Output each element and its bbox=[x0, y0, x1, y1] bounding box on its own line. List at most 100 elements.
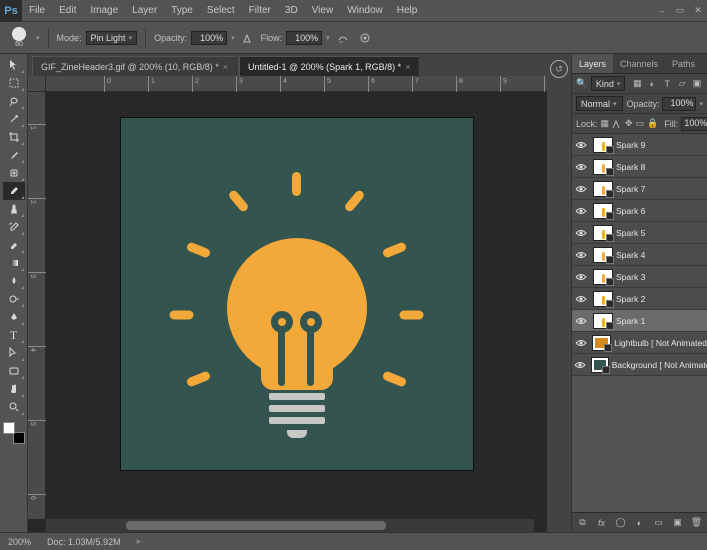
layer-row[interactable]: Spark 6 bbox=[572, 200, 707, 222]
lock-image-icon[interactable] bbox=[612, 117, 622, 131]
menu-edit[interactable]: Edit bbox=[52, 0, 83, 22]
menu-select[interactable]: Select bbox=[200, 0, 242, 22]
menu-help[interactable]: Help bbox=[390, 0, 425, 22]
layer-name[interactable]: Lightbulb [ Not Animated ] bbox=[614, 338, 707, 348]
blend-mode-select[interactable]: Pin Light▾ bbox=[86, 31, 138, 45]
lock-transparency-icon[interactable]: ▦ bbox=[601, 117, 610, 131]
layer-opacity-field[interactable]: 100% bbox=[662, 97, 696, 111]
layer-fill-field[interactable]: 100% bbox=[681, 117, 707, 131]
layer-row[interactable]: Spark 3 bbox=[572, 266, 707, 288]
filter-pixel-icon[interactable]: ▦ bbox=[631, 77, 643, 91]
layer-thumbnail[interactable] bbox=[593, 269, 613, 285]
tool-hand[interactable] bbox=[3, 380, 25, 398]
layer-thumbnail[interactable] bbox=[593, 291, 613, 307]
maximize-button[interactable]: ▭ bbox=[671, 3, 689, 19]
panel-tab-channels[interactable]: Channels bbox=[613, 54, 665, 73]
tool-eraser[interactable] bbox=[3, 236, 25, 254]
adjustment-layer-icon[interactable]: ◐ bbox=[633, 516, 646, 529]
layer-row[interactable]: Spark 9 bbox=[572, 134, 707, 156]
tool-zoom[interactable] bbox=[3, 398, 25, 416]
layer-thumbnail[interactable] bbox=[592, 335, 611, 351]
layer-name[interactable]: Spark 4 bbox=[616, 250, 645, 260]
visibility-toggle-icon[interactable] bbox=[572, 338, 589, 348]
tool-history[interactable] bbox=[3, 218, 25, 236]
visibility-toggle-icon[interactable] bbox=[572, 272, 590, 282]
menu-type[interactable]: Type bbox=[164, 0, 200, 22]
document-tab[interactable]: Untitled-1 @ 200% (Spark 1, RGB/8) *× bbox=[239, 56, 419, 76]
visibility-toggle-icon[interactable] bbox=[572, 206, 590, 216]
layer-row[interactable]: Spark 7 bbox=[572, 178, 707, 200]
ruler-horizontal[interactable]: 012345678910 bbox=[46, 76, 547, 92]
visibility-toggle-icon[interactable] bbox=[572, 294, 590, 304]
filter-adjust-icon[interactable]: ◐ bbox=[646, 77, 658, 91]
layer-name[interactable]: Spark 1 bbox=[616, 316, 645, 326]
layer-row[interactable]: Lightbulb [ Not Animated ] bbox=[572, 332, 707, 354]
airbrush-icon[interactable] bbox=[334, 29, 352, 47]
visibility-toggle-icon[interactable] bbox=[572, 184, 590, 194]
tool-gradient[interactable] bbox=[3, 254, 25, 272]
foreground-color-swatch[interactable] bbox=[3, 422, 15, 434]
tool-dodge[interactable] bbox=[3, 290, 25, 308]
pressure-size-icon[interactable] bbox=[356, 29, 374, 47]
layer-thumbnail[interactable] bbox=[593, 313, 613, 329]
filter-type-icon[interactable]: T bbox=[661, 77, 673, 91]
history-panel-icon[interactable]: ↺ bbox=[550, 60, 568, 78]
layer-row[interactable]: Spark 2 bbox=[572, 288, 707, 310]
layer-name[interactable]: Spark 5 bbox=[616, 228, 645, 238]
visibility-toggle-icon[interactable] bbox=[572, 228, 590, 238]
link-layers-icon[interactable]: ⧉ bbox=[576, 516, 589, 529]
tool-path[interactable] bbox=[3, 344, 25, 362]
visibility-toggle-icon[interactable] bbox=[572, 140, 590, 150]
tool-move[interactable] bbox=[3, 56, 25, 74]
new-layer-icon[interactable]: ▣ bbox=[671, 516, 684, 529]
visibility-toggle-icon[interactable] bbox=[572, 316, 590, 326]
opacity-field[interactable]: 100% bbox=[191, 31, 227, 45]
panel-tab-layers[interactable]: Layers bbox=[572, 54, 613, 73]
horizontal-scrollbar[interactable] bbox=[46, 519, 534, 532]
tool-wand[interactable] bbox=[3, 110, 25, 128]
tool-brush[interactable] bbox=[3, 182, 25, 200]
visibility-toggle-icon[interactable] bbox=[572, 250, 590, 260]
layer-thumbnail[interactable] bbox=[593, 225, 613, 241]
panel-tab-paths[interactable]: Paths bbox=[665, 54, 702, 73]
brush-preset-picker[interactable]: 60 bbox=[6, 25, 32, 51]
zoom-level[interactable]: 200% bbox=[8, 537, 31, 547]
filter-shape-icon[interactable]: ▱ bbox=[676, 77, 688, 91]
tool-blur[interactable] bbox=[3, 272, 25, 290]
tool-shape[interactable] bbox=[3, 362, 25, 380]
menu-image[interactable]: Image bbox=[83, 0, 125, 22]
layer-row[interactable]: Spark 1 bbox=[572, 310, 707, 332]
layer-name[interactable]: Spark 9 bbox=[616, 140, 645, 150]
layer-thumbnail[interactable] bbox=[593, 137, 613, 153]
visibility-toggle-icon[interactable] bbox=[572, 360, 588, 370]
tool-marquee[interactable] bbox=[3, 74, 25, 92]
layer-thumbnail[interactable] bbox=[593, 203, 613, 219]
layer-blend-mode-select[interactable]: Normal▾ bbox=[576, 96, 623, 111]
pressure-opacity-icon[interactable] bbox=[239, 29, 257, 47]
close-tab-icon[interactable]: × bbox=[405, 62, 410, 72]
layer-style-icon[interactable]: fx bbox=[595, 516, 608, 529]
tool-stamp[interactable] bbox=[3, 200, 25, 218]
menu-view[interactable]: View bbox=[305, 0, 341, 22]
tool-type[interactable]: T bbox=[3, 326, 25, 344]
minimize-button[interactable]: – bbox=[653, 3, 671, 19]
tool-crop[interactable] bbox=[3, 128, 25, 146]
tool-pen[interactable] bbox=[3, 308, 25, 326]
color-swatches[interactable] bbox=[3, 422, 25, 444]
layer-thumbnail[interactable] bbox=[591, 357, 609, 373]
ruler-vertical[interactable]: 123456 bbox=[28, 92, 46, 519]
tool-eyedropper[interactable] bbox=[3, 146, 25, 164]
filter-kind-select[interactable]: Kind▾ bbox=[591, 76, 626, 91]
layer-mask-icon[interactable]: ◯ bbox=[614, 516, 627, 529]
visibility-toggle-icon[interactable] bbox=[572, 162, 590, 172]
layer-row[interactable]: Spark 4 bbox=[572, 244, 707, 266]
layer-name[interactable]: Spark 2 bbox=[616, 294, 645, 304]
lock-all-icon[interactable]: 🔒 bbox=[647, 117, 658, 131]
layer-row[interactable]: Spark 8 bbox=[572, 156, 707, 178]
layer-name[interactable]: Spark 3 bbox=[616, 272, 645, 282]
layer-row[interactable]: Background [ Not Animated ] bbox=[572, 354, 707, 376]
search-icon[interactable]: 🔍 bbox=[576, 77, 588, 91]
menu-file[interactable]: File bbox=[22, 0, 52, 22]
lock-artboard-icon[interactable]: ▭ bbox=[636, 117, 645, 131]
tool-heal[interactable] bbox=[3, 164, 25, 182]
